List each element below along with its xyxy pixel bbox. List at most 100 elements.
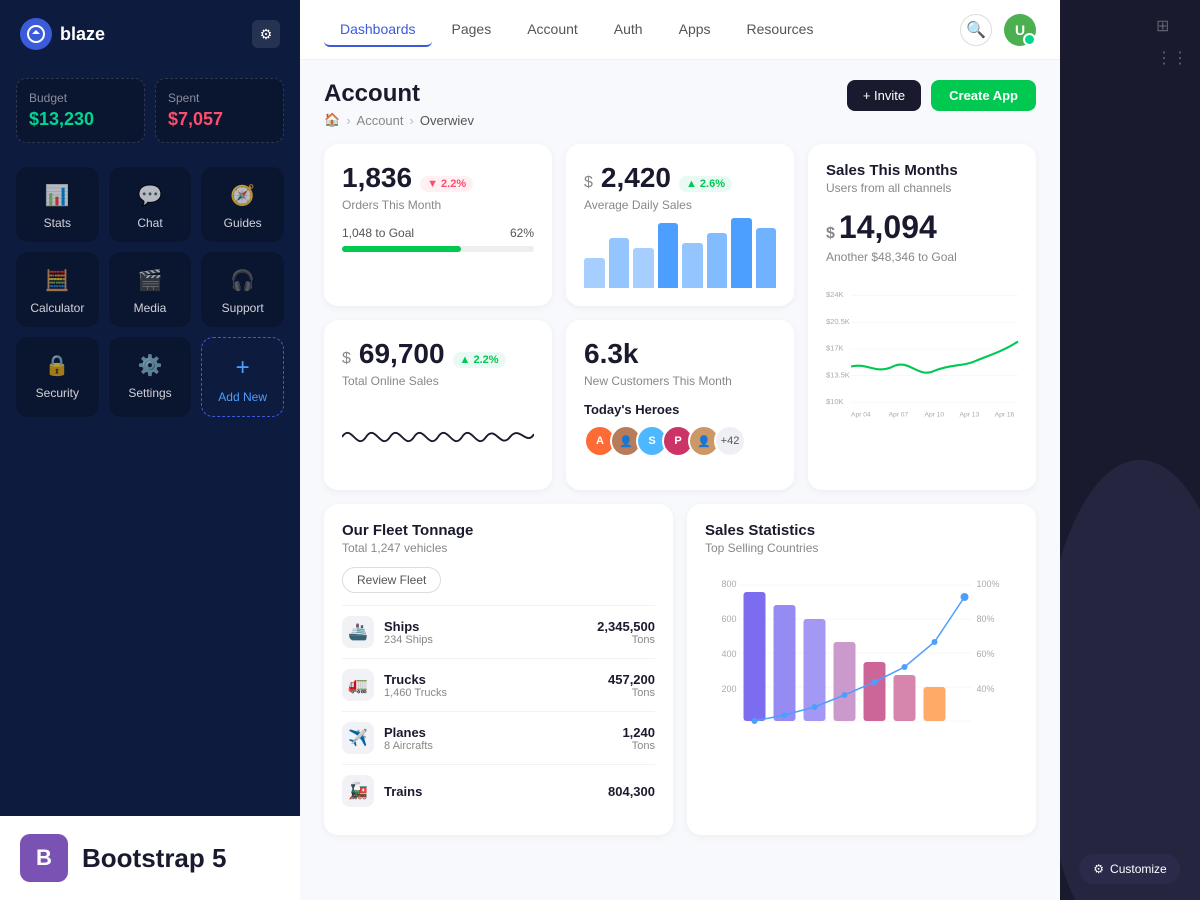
orders-card: 1,836 ▼ 2.2% Orders This Month 1,048 to … bbox=[324, 144, 552, 306]
home-icon: 🏠 bbox=[324, 112, 340, 128]
trucks-icon: 🚛 bbox=[342, 669, 374, 701]
nav-link-resources[interactable]: Resources bbox=[731, 13, 830, 47]
customers-number: 6.3k bbox=[584, 338, 776, 370]
fleet-name: Trucks bbox=[384, 672, 447, 687]
sidebar-item-label: Support bbox=[222, 301, 264, 315]
create-app-button[interactable]: Create App bbox=[931, 80, 1036, 111]
svg-text:Apr 07: Apr 07 bbox=[889, 412, 909, 419]
media-icon: 🎬 bbox=[138, 268, 163, 293]
planes-icon: ✈️ bbox=[342, 722, 374, 754]
spent-value: $7,057 bbox=[168, 109, 271, 130]
nav-link-auth[interactable]: Auth bbox=[598, 13, 659, 47]
spent-label: Spent bbox=[168, 91, 271, 105]
fleet-name: Trains bbox=[384, 784, 422, 799]
page-title: Account bbox=[324, 80, 474, 108]
goal-text: 1,048 to Goal 62% bbox=[342, 226, 534, 240]
sales-month-card: Sales This Months Users from all channel… bbox=[808, 144, 1036, 490]
fleet-title: Our Fleet Tonnage bbox=[342, 522, 655, 539]
sidebar-item-chat[interactable]: 💬 Chat bbox=[109, 167, 192, 242]
budget-card: Budget $13,230 bbox=[16, 78, 145, 143]
sidebar-item-media[interactable]: 🎬 Media bbox=[109, 252, 192, 327]
fleet-value: 457,200 bbox=[608, 672, 655, 687]
bootstrap-text: Bootstrap 5 bbox=[82, 843, 226, 874]
top-nav-right: 🔍 U bbox=[960, 14, 1036, 46]
sidebar-item-security[interactable]: 🔒 Security bbox=[16, 337, 99, 417]
svg-text:60%: 60% bbox=[977, 649, 995, 659]
fleet-card: Our Fleet Tonnage Total 1,247 vehicles R… bbox=[324, 504, 673, 835]
mini-bar-chart bbox=[584, 228, 776, 288]
sales-title: Sales This Months bbox=[826, 162, 1018, 179]
daily-sales-card: $ 2,420 ▲ 2.6% Average Daily Sales bbox=[566, 144, 794, 306]
right-panel: ⊞ ⋮⋮ ⚙ Customize bbox=[1060, 0, 1200, 900]
invite-button[interactable]: + Invite bbox=[847, 80, 921, 111]
customize-button[interactable]: ⚙ Customize bbox=[1079, 854, 1180, 884]
top-nav-links: Dashboards Pages Account Auth Apps Resou… bbox=[324, 13, 829, 47]
sidebar-item-support[interactable]: 🎧 Support bbox=[201, 252, 284, 327]
svg-text:40%: 40% bbox=[977, 684, 995, 694]
budget-value: $13,230 bbox=[29, 109, 132, 130]
sales-subtitle: Users from all channels bbox=[826, 181, 1018, 195]
sales-stats-card: Sales Statistics Top Selling Countries 8… bbox=[687, 504, 1036, 835]
security-icon: 🔒 bbox=[45, 353, 70, 378]
bar bbox=[658, 223, 679, 288]
nav-grid: 📊 Stats 💬 Chat 🧭 Guides 🧮 Calculator 🎬 M… bbox=[0, 159, 300, 425]
sidebar-item-label: Media bbox=[134, 301, 167, 315]
nav-link-apps[interactable]: Apps bbox=[663, 13, 727, 47]
search-button[interactable]: 🔍 bbox=[960, 14, 992, 46]
spent-card: Spent $7,057 bbox=[155, 78, 284, 143]
svg-text:Apr 10: Apr 10 bbox=[925, 412, 945, 419]
fleet-count: 234 Ships bbox=[384, 634, 433, 646]
content-area: Account 🏠 › Account › Overwiev + Invite … bbox=[300, 60, 1060, 900]
bar bbox=[584, 258, 605, 288]
sidebar-item-settings[interactable]: ⚙️ Settings bbox=[109, 337, 192, 417]
page-header-left: Account 🏠 › Account › Overwiev bbox=[324, 80, 474, 128]
nav-link-pages[interactable]: Pages bbox=[436, 13, 508, 47]
breadcrumb-account[interactable]: Account bbox=[357, 113, 404, 128]
budget-label: Budget bbox=[29, 91, 132, 105]
svg-text:$17K: $17K bbox=[826, 344, 844, 353]
daily-sales-number: $ 2,420 ▲ 2.6% bbox=[584, 162, 776, 194]
wave-chart bbox=[342, 402, 534, 472]
add-icon: + bbox=[236, 354, 250, 382]
sidebar-item-calculator[interactable]: 🧮 Calculator bbox=[16, 252, 99, 327]
user-avatar[interactable]: U bbox=[1004, 14, 1036, 46]
bar bbox=[756, 228, 777, 288]
svg-text:200: 200 bbox=[722, 684, 737, 694]
sidebar-item-label: Settings bbox=[128, 386, 171, 400]
bootstrap-icon: B bbox=[20, 834, 68, 882]
logo-icon bbox=[20, 18, 52, 50]
heroes-section: Today's Heroes A 👤 S P 👤 +42 bbox=[584, 402, 776, 457]
page-header: Account 🏠 › Account › Overwiev + Invite … bbox=[324, 80, 1036, 128]
svg-text:Apr 04: Apr 04 bbox=[851, 412, 871, 419]
daily-sales-label: Average Daily Sales bbox=[584, 198, 776, 212]
review-fleet-button[interactable]: Review Fleet bbox=[342, 567, 441, 593]
rp-icon-2[interactable]: ⋮⋮ bbox=[1156, 48, 1188, 68]
fleet-subtitle: Total 1,247 vehicles bbox=[342, 541, 655, 555]
calculator-icon: 🧮 bbox=[45, 268, 70, 293]
support-icon: 🎧 bbox=[230, 268, 255, 293]
nav-link-dashboards[interactable]: Dashboards bbox=[324, 13, 432, 47]
fleet-unit: Tons bbox=[622, 740, 655, 752]
online-sales-badge: ▲ 2.2% bbox=[453, 352, 506, 368]
sales-goal-text: Another $48,346 to Goal bbox=[826, 250, 1018, 264]
orders-progress-bar bbox=[342, 246, 534, 252]
sidebar-item-stats[interactable]: 📊 Stats bbox=[16, 167, 99, 242]
fleet-count: 1,460 Trucks bbox=[384, 687, 447, 699]
svg-text:$13.5K: $13.5K bbox=[826, 370, 850, 379]
bootstrap-badge: B Bootstrap 5 bbox=[0, 816, 300, 900]
sidebar-item-guides[interactable]: 🧭 Guides bbox=[201, 167, 284, 242]
bar bbox=[682, 243, 703, 288]
rp-icon-1[interactable]: ⊞ bbox=[1156, 16, 1188, 36]
breadcrumb-overwiev: Overwiev bbox=[420, 113, 474, 128]
sidebar-item-label: Add New bbox=[218, 390, 267, 404]
fleet-count: 8 Aircrafts bbox=[384, 740, 433, 752]
sidebar-header: blaze ⚙ bbox=[0, 0, 300, 68]
orders-badge: ▼ 2.2% bbox=[420, 176, 473, 192]
customers-label: New Customers This Month bbox=[584, 374, 776, 388]
bar bbox=[707, 233, 728, 288]
nav-link-account[interactable]: Account bbox=[511, 13, 594, 47]
sidebar-item-add-new[interactable]: + Add New bbox=[201, 337, 284, 417]
sidebar-gear-button[interactable]: ⚙ bbox=[252, 20, 280, 48]
online-sales-number: $ 69,700 ▲ 2.2% bbox=[342, 338, 534, 370]
orders-number: 1,836 ▼ 2.2% bbox=[342, 162, 534, 194]
